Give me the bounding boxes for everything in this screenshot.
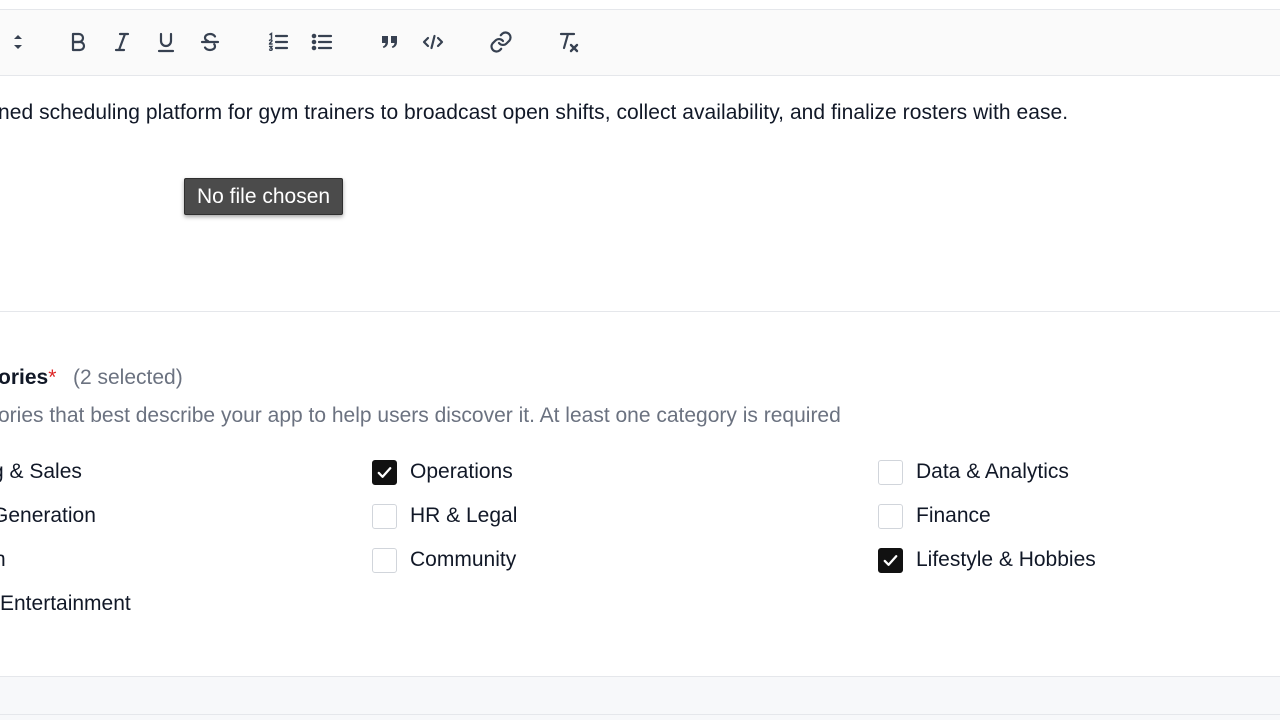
description-editor[interactable]: ned scheduling platform for gym trainers… (0, 76, 1280, 312)
category-label: Generation (0, 504, 96, 527)
categories-description: ories that best describe your app to hel… (0, 404, 841, 427)
category-option-finance[interactable]: Finance (878, 502, 991, 530)
category-option-data-analytics[interactable]: Data & Analytics (878, 458, 1069, 486)
footer-divider (0, 714, 1280, 715)
clear-format-icon[interactable] (554, 28, 582, 56)
category-checkbox[interactable] (372, 503, 397, 529)
rich-text-toolbar (0, 10, 1280, 76)
file-input-tooltip: No file chosen (184, 178, 344, 215)
category-label: HR & Legal (410, 504, 518, 527)
category-option[interactable]: Entertainment (0, 590, 131, 618)
category-checkbox[interactable] (372, 547, 397, 573)
italic-icon[interactable] (108, 28, 136, 56)
category-option-hr-legal[interactable]: HR & Legal (372, 502, 517, 530)
link-icon[interactable] (487, 28, 515, 56)
required-marker: * (48, 366, 57, 389)
category-checkbox-checked[interactable] (878, 547, 903, 573)
category-option-lifestyle-hobbies[interactable]: Lifestyle & Hobbies (878, 546, 1096, 574)
checkmark-icon (883, 554, 898, 566)
categories-selected-count: (2 selected) (73, 366, 183, 389)
category-label: Finance (916, 504, 991, 527)
category-option[interactable]: Generation (0, 502, 96, 530)
bullet-list-icon[interactable] (308, 28, 336, 56)
category-label: Lifestyle & Hobbies (916, 548, 1096, 571)
category-option[interactable]: g & Sales (0, 458, 82, 486)
checkmark-icon (377, 466, 392, 478)
ordered-list-icon[interactable] (264, 28, 292, 56)
top-divider (0, 0, 1280, 10)
editor-content[interactable]: ned scheduling platform for gym trainers… (0, 101, 1068, 125)
category-checkbox-checked[interactable] (372, 459, 397, 485)
category-option-operations[interactable]: Operations (372, 458, 513, 486)
category-label: g & Sales (0, 460, 82, 483)
heading-select-arrows-icon[interactable] (4, 28, 32, 56)
quote-icon[interactable] (376, 28, 404, 56)
category-option[interactable]: n (0, 546, 6, 574)
category-checkbox[interactable] (878, 459, 903, 485)
categories-title-text: ories (0, 366, 49, 389)
app-submission-form: ned scheduling platform for gym trainers… (0, 0, 1280, 720)
category-label: Operations (410, 460, 513, 483)
category-label: Community (410, 548, 517, 571)
category-label: Data & Analytics (916, 460, 1069, 483)
bold-icon[interactable] (64, 28, 92, 56)
underline-icon[interactable] (152, 28, 180, 56)
category-label: n (0, 548, 6, 572)
category-checkbox[interactable] (878, 503, 903, 529)
category-label: Entertainment (0, 592, 131, 615)
code-icon[interactable] (419, 28, 447, 56)
category-option-community[interactable]: Community (372, 546, 516, 574)
categories-title: ories* (0, 366, 56, 390)
strikethrough-icon[interactable] (196, 28, 224, 56)
